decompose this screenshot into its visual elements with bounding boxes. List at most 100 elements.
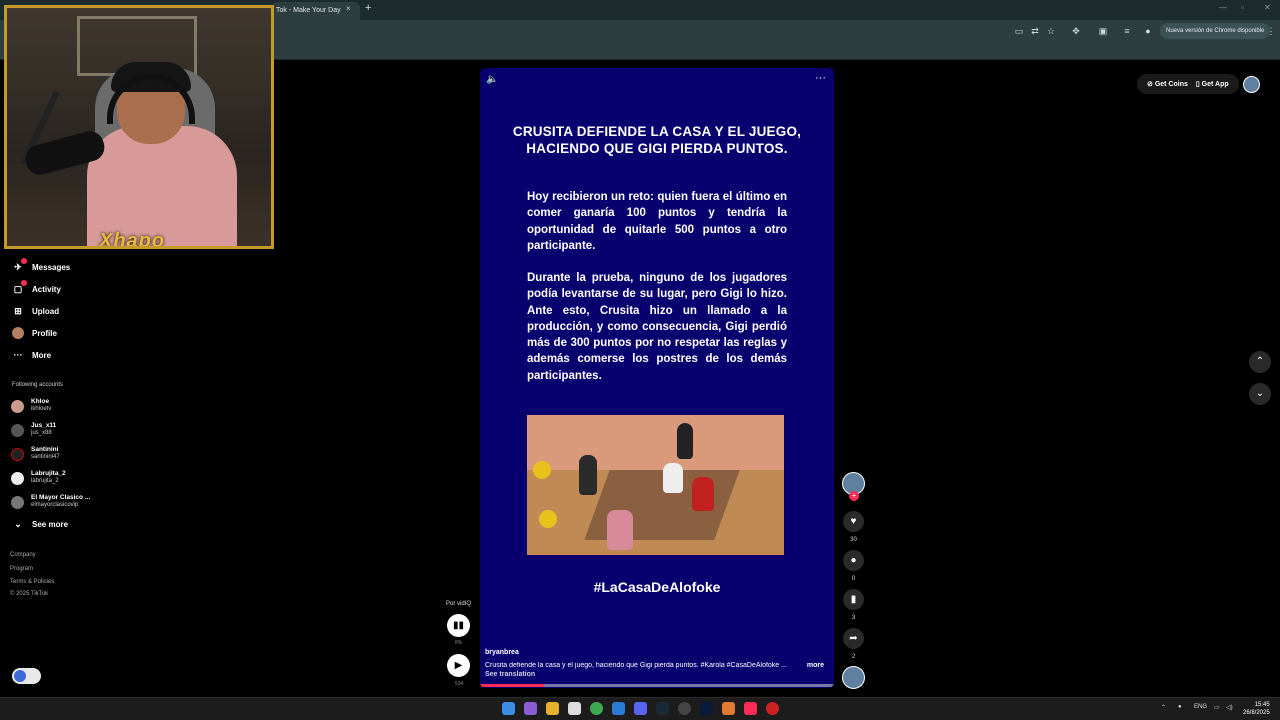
extensions-icon[interactable]: ✥ — [1070, 25, 1082, 37]
discord-icon[interactable] — [634, 702, 647, 715]
chrome-icon[interactable] — [590, 702, 603, 715]
sidebar-item-messages[interactable]: ✈ Messages — [12, 258, 70, 276]
photo-person — [579, 455, 597, 495]
volume-icon[interactable]: 🔈 — [486, 74, 498, 85]
network-icon[interactable]: ▭ — [1214, 704, 1220, 711]
photo-person — [692, 477, 714, 511]
steam-icon[interactable] — [656, 702, 669, 715]
windows-taskbar: ⌃ ● ENG ▭ ◁) 15:45 26/8/2025 — [0, 697, 1280, 720]
app-icon[interactable] — [722, 702, 735, 715]
get-coins-label: Get Coins — [1154, 81, 1188, 88]
account-handle: ikhloetv — [31, 406, 52, 412]
video-player[interactable]: 🔈 ··· CRUSITA DEFIENDE LA CASA Y EL JUEG… — [480, 68, 834, 688]
avatar — [11, 472, 24, 485]
bookmark-icon: ▮ — [850, 594, 857, 605]
more-options-icon[interactable]: ··· — [815, 72, 826, 84]
comment-count: 0 — [851, 576, 856, 582]
webcam-logo: Xhapo — [99, 230, 166, 249]
obs-icon[interactable] — [678, 702, 691, 715]
following-account[interactable]: Labrujita_2 labrujita_2 — [11, 468, 111, 488]
photoshop-icon[interactable] — [700, 702, 713, 715]
tray-chevron-icon[interactable]: ⌃ — [1161, 704, 1166, 711]
profile-icon[interactable]: ● — [1142, 25, 1154, 37]
share-button[interactable]: ➦ — [843, 628, 864, 649]
photo-wall — [527, 415, 784, 470]
sidebar-item-more[interactable]: ··· More — [12, 346, 52, 364]
play-button[interactable]: ▶ — [447, 654, 470, 677]
comment-button[interactable]: ● — [843, 550, 864, 571]
avatar — [11, 424, 24, 437]
follow-plus-icon[interactable]: + — [849, 491, 859, 501]
following-account[interactable]: El Mayor Clasico ... elmayorclasicovip — [11, 492, 111, 512]
previous-video-button[interactable]: ⌃ — [1249, 351, 1271, 373]
user-avatar[interactable] — [1243, 76, 1260, 93]
share-icon: ➦ — [849, 633, 858, 644]
new-tab-button[interactable]: + — [365, 2, 371, 14]
vidiq-label: Por vidIQ — [446, 601, 472, 607]
like-button[interactable]: ♥ — [843, 511, 864, 532]
video-photo — [527, 415, 784, 555]
sidebar-item-profile[interactable]: Profile — [12, 324, 57, 342]
system-clock[interactable]: 15:45 26/8/2025 — [1243, 701, 1270, 717]
account-name: Santinini — [31, 446, 59, 453]
account-handle: santinini47 — [31, 454, 60, 460]
see-translation-button[interactable]: See translation — [485, 671, 535, 678]
vidiq-count: 534 — [455, 681, 464, 687]
video-author[interactable]: bryanbrea — [485, 649, 519, 656]
close-window-icon[interactable]: ✕ — [1264, 3, 1271, 12]
footer-link-program[interactable]: Program — [10, 566, 33, 572]
mic-icon[interactable]: ● — [1178, 704, 1182, 710]
play-icon: ▶ — [454, 660, 463, 671]
music-disc-avatar[interactable] — [842, 666, 865, 689]
sidebar-item-activity[interactable]: ▢ Activity — [12, 280, 61, 298]
video-progress-bar[interactable] — [480, 684, 834, 687]
windows-start-icon[interactable] — [502, 702, 515, 715]
save-button[interactable]: ▮ — [843, 589, 864, 610]
tiktok-icon[interactable] — [744, 702, 757, 715]
following-account[interactable]: Santinini santinini47 — [11, 444, 111, 464]
account-handle: elmayorclasicovip — [31, 502, 79, 508]
see-more-button[interactable]: ⌄ See more — [12, 515, 68, 533]
split-view-icon[interactable]: ▣ — [1097, 25, 1109, 37]
sidebar-item-label: More — [32, 350, 52, 360]
chrome-update-button[interactable]: Nueva versión de Chrome disponible — [1160, 23, 1271, 39]
stats-button[interactable]: ▮▮ — [447, 614, 470, 637]
cast-icon[interactable]: ▭ — [1013, 25, 1025, 37]
get-app-label: Get App — [1201, 81, 1229, 88]
video-paragraph-1: Hoy recibieron un reto: quien fuera el ú… — [527, 191, 787, 252]
following-account[interactable]: Khloe ikhloetv — [11, 396, 111, 416]
tab-close-icon[interactable]: × — [346, 4, 351, 13]
translate-icon[interactable]: ⇄ — [1029, 25, 1041, 37]
next-video-button[interactable]: ⌄ — [1249, 383, 1271, 405]
bookmark-star-icon[interactable]: ☆ — [1045, 25, 1057, 37]
file-explorer-icon[interactable] — [546, 702, 559, 715]
volume-tray-icon[interactable]: ◁) — [1226, 704, 1233, 711]
heart-icon: ♥ — [850, 516, 857, 527]
toggle-knob — [14, 670, 26, 682]
sidebar-item-label: Activity — [32, 284, 61, 294]
photo-person — [677, 423, 693, 459]
account-name: El Mayor Clasico ... — [31, 494, 91, 501]
caption-more-button[interactable]: more — [807, 662, 824, 669]
get-coins-button[interactable]: ⊘ Get Coins — [1147, 80, 1188, 88]
following-account[interactable]: Jus_x11 jus_x88 — [11, 420, 111, 440]
calendar-icon[interactable] — [568, 702, 581, 715]
footer-link-company[interactable]: Company — [10, 552, 36, 558]
theme-toggle[interactable] — [12, 668, 41, 684]
video-paragraph-2: Durante la prueba, ninguno de los jugado… — [527, 272, 787, 382]
footer-link-terms[interactable]: Terms & Policies — [10, 579, 54, 585]
copilot-icon[interactable] — [524, 702, 537, 715]
record-icon[interactable] — [766, 702, 779, 715]
outlook-icon[interactable] — [612, 702, 625, 715]
language-indicator[interactable]: ENG — [1194, 704, 1207, 710]
photo-chair — [539, 510, 557, 528]
minimize-icon[interactable]: — — [1219, 3, 1227, 12]
video-progress-fill — [480, 684, 544, 687]
sidebar-item-upload[interactable]: ⊞ Upload — [12, 302, 59, 320]
get-app-button[interactable]: ▯ Get App — [1196, 80, 1229, 88]
footer-copyright: © 2025 TikTok — [10, 591, 49, 597]
maximize-icon[interactable]: ▫ — [1241, 3, 1244, 12]
photo-chair — [533, 461, 551, 479]
tab-search-icon[interactable]: ≡ — [1121, 25, 1133, 37]
comment-icon: ● — [850, 555, 857, 566]
